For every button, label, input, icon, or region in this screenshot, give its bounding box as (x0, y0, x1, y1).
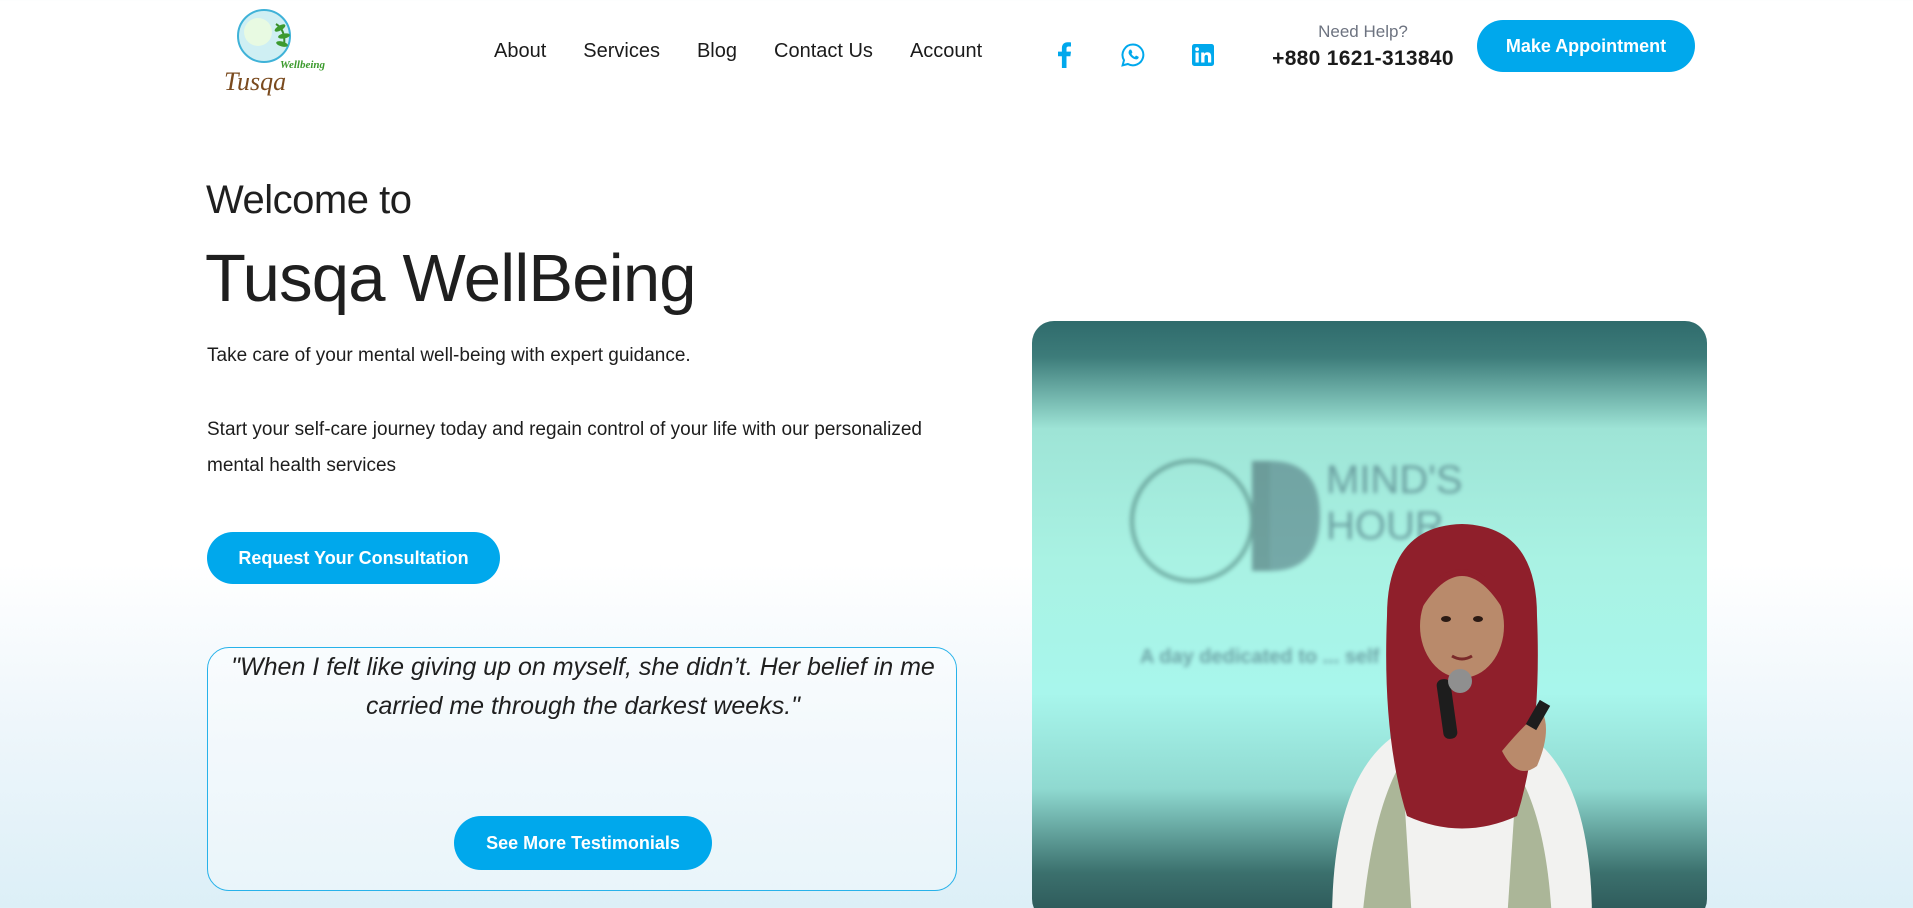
help-phone[interactable]: +880 1621-313840 (1270, 47, 1456, 71)
site-header: Tusqa Wellbeing About Services Blog Cont… (0, 0, 1913, 110)
whatsapp-icon[interactable] (1120, 42, 1146, 68)
help-contact: Need Help? +880 1621-313840 (1270, 22, 1456, 71)
screen-text-minds: MIND'S (1326, 458, 1463, 502)
testimonial-card: "When I felt like giving up on myself, s… (207, 647, 957, 891)
see-more-testimonials-button[interactable]: See More Testimonials (454, 816, 712, 870)
hero-description: Start your self-care journey today and r… (207, 419, 922, 476)
logo-subtext: Wellbeing (280, 59, 326, 71)
nav-services[interactable]: Services (583, 40, 660, 63)
nav-account[interactable]: Account (910, 40, 982, 63)
speaker-illustration: MIND'S HOUR A day dedicated to ... self (1130, 458, 1592, 908)
linkedin-icon[interactable] (1190, 42, 1216, 68)
nav-blog[interactable]: Blog (697, 40, 737, 63)
welcome-text: Welcome to (206, 178, 412, 222)
logo[interactable]: Tusqa Wellbeing (218, 6, 328, 98)
main-nav: About Services Blog Contact Us Account (494, 40, 982, 63)
hero-photo: MIND'S HOUR A day dedicated to ... self (1032, 321, 1707, 908)
facebook-icon[interactable] (1051, 42, 1077, 68)
make-appointment-button[interactable]: Make Appointment (1477, 20, 1695, 72)
help-label: Need Help? (1318, 22, 1408, 41)
screen-text-tagline: A day dedicated to ... self (1140, 646, 1380, 668)
logo-text: Tusqa (224, 67, 286, 96)
request-consultation-button[interactable]: Request Your Consultation (207, 532, 500, 584)
nav-about[interactable]: About (494, 40, 546, 63)
hero-title: Tusqa WellBeing (205, 241, 697, 316)
testimonial-quote: "When I felt like giving up on myself, s… (231, 653, 935, 720)
nav-contact-us[interactable]: Contact Us (774, 40, 873, 63)
hero-tagline: Take care of your mental well-being with… (207, 345, 691, 366)
